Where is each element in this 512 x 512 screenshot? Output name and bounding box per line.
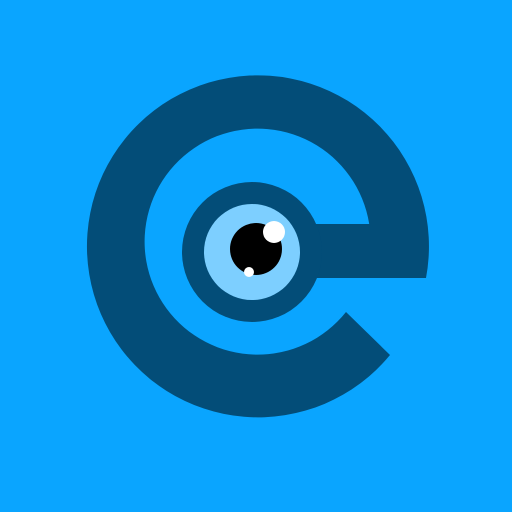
app-icon [0,0,512,512]
eye-highlight-small [244,267,254,277]
eye-icon [182,182,322,322]
eye-highlight-large [263,221,285,243]
